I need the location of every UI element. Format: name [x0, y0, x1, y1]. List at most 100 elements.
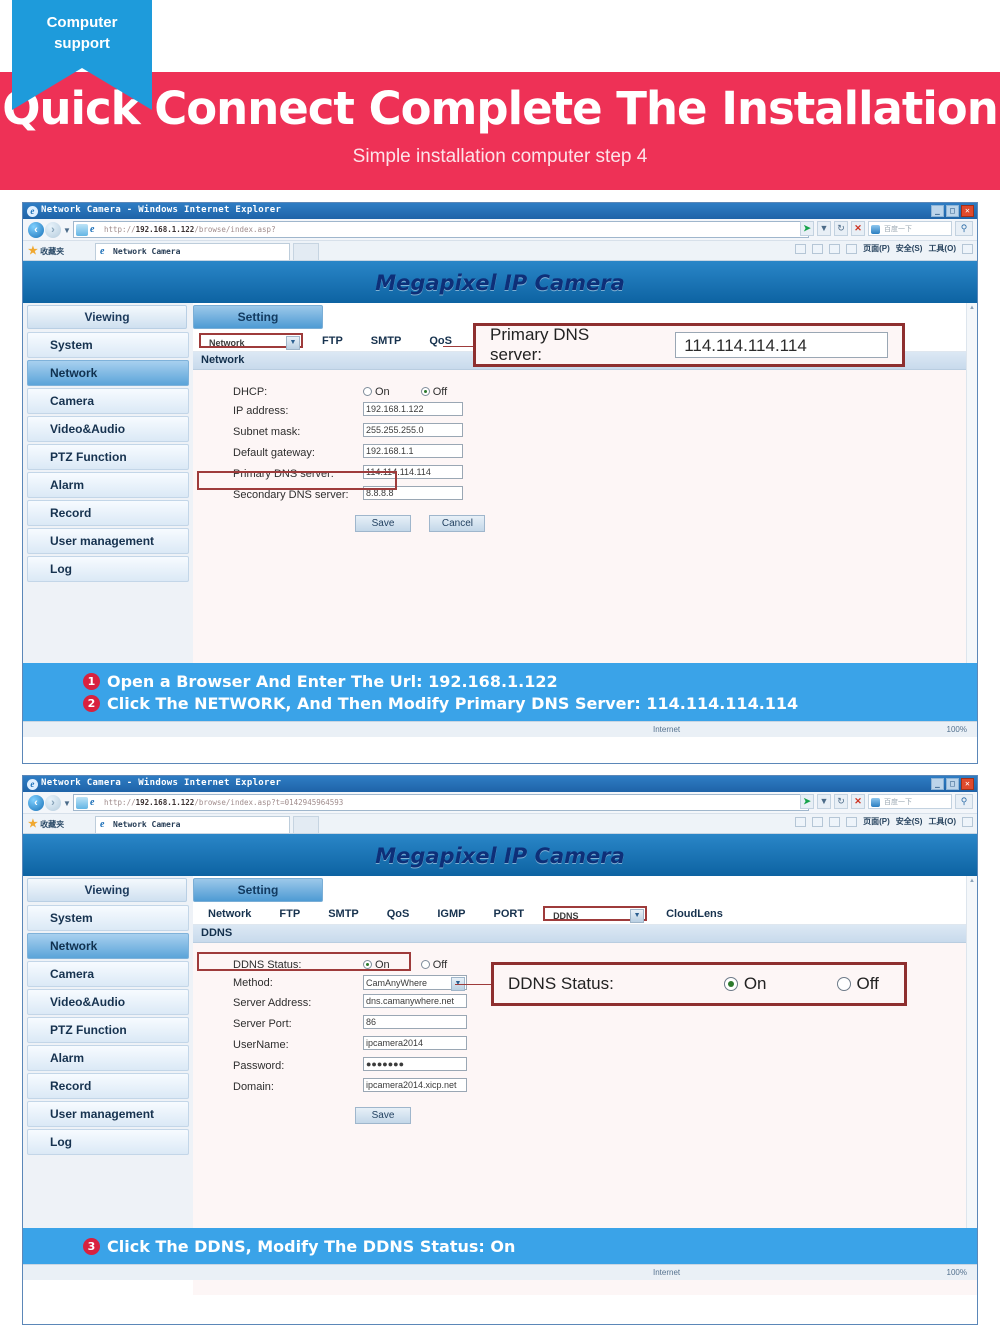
menu-safety[interactable]: 安全(S): [896, 243, 923, 254]
back-arrow-icon[interactable]: ‹: [28, 795, 44, 811]
forward-arrow-icon[interactable]: ›: [45, 795, 61, 811]
stop-icon[interactable]: ✕: [851, 221, 865, 236]
mail-icon[interactable]: [829, 243, 841, 254]
browser-tab-1[interactable]: Network Camera: [95, 243, 290, 260]
sidebar-item-network[interactable]: Network: [27, 933, 189, 959]
dropdown-icon[interactable]: ▼: [817, 794, 831, 809]
search-input-2[interactable]: 百度一下: [868, 794, 952, 809]
menu-safety[interactable]: 安全(S): [896, 816, 923, 827]
favorites-button[interactable]: ★ 收藏夹: [28, 244, 64, 257]
address-bar-1[interactable]: e http://192.168.1.122/browse/index.asp?…: [73, 221, 809, 238]
content-scrollbar-2[interactable]: ▲: [966, 876, 977, 1228]
back-arrow-icon[interactable]: ‹: [28, 222, 44, 238]
subnet-mask-input[interactable]: 255.255.255.0: [363, 423, 463, 437]
new-tab-button[interactable]: [293, 816, 319, 833]
callout-radio-off[interactable]: Off: [836, 974, 879, 994]
maximize-button[interactable]: □: [946, 778, 959, 790]
status-zoom-1[interactable]: 100%: [947, 725, 967, 734]
scroll-up-icon[interactable]: ▲: [967, 876, 977, 886]
menu-tools[interactable]: 工具(O): [928, 816, 956, 827]
tab-viewing[interactable]: Viewing: [27, 305, 187, 329]
tab-setting[interactable]: Setting: [193, 305, 323, 329]
scroll-up-icon[interactable]: ▲: [967, 303, 977, 313]
address-bar-2[interactable]: e http://192.168.1.122/browse/index.asp?…: [73, 794, 809, 811]
new-tab-button[interactable]: [293, 243, 319, 260]
menu-page[interactable]: 页面(P): [863, 243, 890, 254]
server-port-input[interactable]: 86: [363, 1015, 467, 1029]
sidebar-item-network[interactable]: Network: [27, 360, 189, 386]
sidebar-item-log[interactable]: Log: [27, 556, 189, 582]
search-input-1[interactable]: 百度一下: [868, 221, 952, 236]
refresh-icon[interactable]: ↻: [834, 794, 848, 809]
dhcp-radio-off[interactable]: Off: [420, 386, 447, 398]
nav-tab-smtp[interactable]: SMTP: [362, 333, 411, 349]
password-input[interactable]: ●●●●●●●: [363, 1057, 467, 1071]
sidebar-item-ptz-function[interactable]: PTZ Function: [27, 1017, 189, 1043]
help-icon[interactable]: [962, 816, 973, 827]
tab-viewing[interactable]: Viewing: [27, 878, 187, 902]
nav-tab-network[interactable]: Network: [199, 906, 260, 922]
nav-tab-igmp[interactable]: IGMP: [428, 906, 474, 922]
sidebar-item-camera[interactable]: Camera: [27, 961, 189, 987]
sidebar-item-system[interactable]: System: [27, 905, 189, 931]
sidebar-item-alarm[interactable]: Alarm: [27, 1045, 189, 1071]
callout-value-primary-dns[interactable]: 114.114.114.114: [675, 332, 888, 358]
default-gateway-input[interactable]: 192.168.1.1: [363, 444, 463, 458]
callout-radio-on[interactable]: On: [723, 974, 767, 994]
domain-input[interactable]: ipcamera2014.xicp.net: [363, 1078, 467, 1092]
status-zoom-2[interactable]: 100%: [947, 1268, 967, 1277]
sidebar-item-record[interactable]: Record: [27, 1073, 189, 1099]
sidebar-item-user-management[interactable]: User management: [27, 1101, 189, 1127]
tab-setting[interactable]: Setting: [193, 878, 323, 902]
nav-tab-cloudlens[interactable]: CloudLens: [657, 906, 732, 922]
username-input[interactable]: ipcamera2014: [363, 1036, 467, 1050]
nav-tab-ftp[interactable]: FTP: [270, 906, 309, 922]
sidebar-item-camera[interactable]: Camera: [27, 388, 189, 414]
save-button-ddns[interactable]: Save: [355, 1107, 411, 1124]
dropdown-icon[interactable]: ▼: [817, 221, 831, 236]
sidebar-item-ptz-function[interactable]: PTZ Function: [27, 444, 189, 470]
nav-tab-ddns[interactable]: DDNS: [543, 906, 648, 923]
menu-page[interactable]: 页面(P): [863, 816, 890, 827]
feeds-icon[interactable]: [812, 243, 824, 254]
favorites-button[interactable]: ★ 收藏夹: [28, 817, 64, 830]
nav-tab-smtp[interactable]: SMTP: [319, 906, 368, 922]
go-icon[interactable]: ➤: [800, 794, 814, 809]
history-dropdown-icon[interactable]: ▼: [63, 799, 71, 808]
sidebar-item-alarm[interactable]: Alarm: [27, 472, 189, 498]
print-icon[interactable]: [846, 243, 858, 254]
browser-tab-2[interactable]: Network Camera: [95, 816, 290, 833]
minimize-button[interactable]: _: [931, 778, 944, 790]
sidebar-item-video-audio[interactable]: Video&Audio: [27, 989, 189, 1015]
method-select[interactable]: CamAnyWhere: [363, 975, 467, 991]
forward-arrow-icon[interactable]: ›: [45, 222, 61, 238]
nav-tab-ftp[interactable]: FTP: [313, 333, 352, 349]
maximize-button[interactable]: □: [946, 205, 959, 217]
ip-address-input[interactable]: 192.168.1.122: [363, 402, 463, 416]
save-button-network[interactable]: Save: [355, 515, 411, 532]
help-icon[interactable]: [962, 243, 973, 254]
sidebar-item-log[interactable]: Log: [27, 1129, 189, 1155]
search-icon[interactable]: ⚲: [955, 221, 973, 236]
go-icon[interactable]: ➤: [800, 221, 814, 236]
server-address-input[interactable]: dns.camanywhere.net: [363, 994, 467, 1008]
content-scrollbar-1[interactable]: ▲: [966, 303, 977, 663]
refresh-icon[interactable]: ↻: [834, 221, 848, 236]
sidebar-item-system[interactable]: System: [27, 332, 189, 358]
home-icon[interactable]: [795, 243, 807, 254]
history-dropdown-icon[interactable]: ▼: [63, 226, 71, 235]
cancel-button-network[interactable]: Cancel: [429, 515, 486, 532]
feeds-icon[interactable]: [812, 816, 824, 827]
search-icon[interactable]: ⚲: [955, 794, 973, 809]
sidebar-item-user-management[interactable]: User management: [27, 528, 189, 554]
close-button[interactable]: ✕: [961, 778, 974, 790]
dhcp-radio-on[interactable]: On: [363, 386, 390, 398]
close-button[interactable]: ✕: [961, 205, 974, 217]
ddns-radio-off[interactable]: Off: [420, 959, 447, 971]
minimize-button[interactable]: _: [931, 205, 944, 217]
home-icon[interactable]: [795, 816, 807, 827]
sidebar-item-video-audio[interactable]: Video&Audio: [27, 416, 189, 442]
nav-tab-qos[interactable]: QoS: [378, 906, 419, 922]
nav-tab-network[interactable]: Network: [199, 333, 303, 350]
stop-icon[interactable]: ✕: [851, 794, 865, 809]
